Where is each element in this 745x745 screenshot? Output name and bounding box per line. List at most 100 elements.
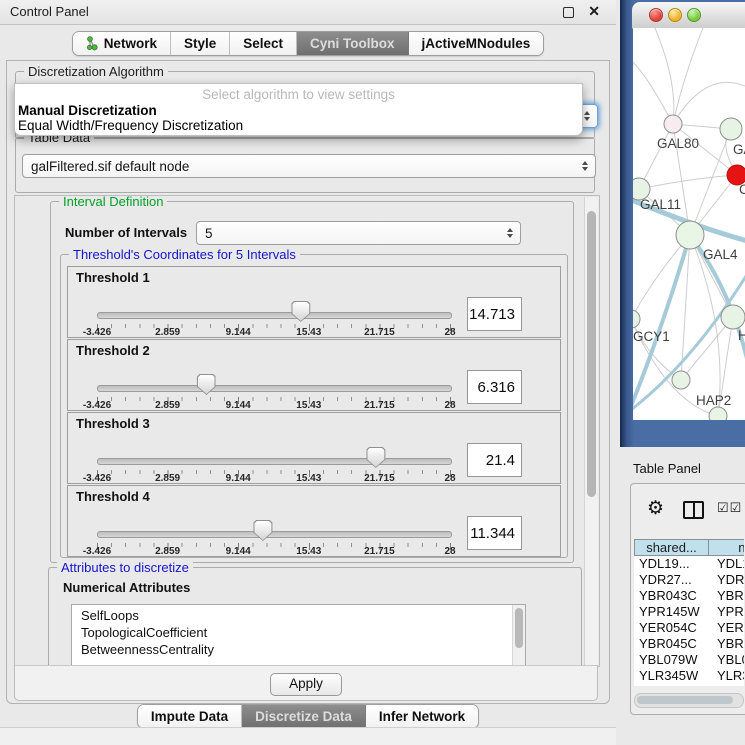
network-node-top-right[interactable] <box>720 118 742 140</box>
table-horizontal-scrollbar[interactable] <box>634 693 744 708</box>
app-root: Control Panel ✕ Network Style Select <box>0 0 745 745</box>
table-cell[interactable]: YBR0 <box>709 636 744 652</box>
tab-label: Impute Data <box>151 705 228 728</box>
minimize-traffic-light-icon[interactable] <box>668 8 682 22</box>
network-edge[interactable] <box>633 235 690 319</box>
close-icon[interactable]: ✕ <box>588 3 600 20</box>
tab-select[interactable]: Select <box>230 32 297 55</box>
table-cell[interactable]: YBR043C <box>634 588 709 604</box>
columns-icon[interactable] <box>683 501 704 519</box>
table-cell[interactable]: YDL1 <box>709 556 744 572</box>
slider-tick-labels: -3.4262.8599.14415.4321.71528 <box>97 400 450 410</box>
tab-style[interactable]: Style <box>171 32 230 55</box>
tick-label: 2.859 <box>155 546 180 557</box>
table-cell[interactable]: YBL0 <box>709 652 744 668</box>
scrollbar-thumb[interactable] <box>637 696 733 704</box>
control-panel-titlebar: Control Panel ✕ <box>0 0 616 25</box>
network-node-GAL4[interactable] <box>676 221 704 249</box>
network-node-GAL80[interactable] <box>664 115 682 133</box>
table-cell[interactable]: YBR0 <box>709 588 744 604</box>
slider-track[interactable] <box>97 531 452 538</box>
tab-label: Infer Network <box>379 705 465 728</box>
settings-vertical-scrollbar[interactable] <box>584 197 598 665</box>
checked-checkboxes-icon[interactable]: ☑☑ <box>717 500 742 516</box>
tab-infer-network[interactable]: Infer Network <box>366 705 478 728</box>
slider-track[interactable] <box>97 312 452 319</box>
threshold-4-value-field[interactable]: 11.344 <box>467 516 522 550</box>
table-row[interactable]: YBL079WYBL0 <box>634 652 744 668</box>
network-edge[interactable] <box>655 28 674 124</box>
numerical-attributes-list[interactable]: SelfLoopsTopologicalCoefficientBetweenne… <box>71 604 526 667</box>
column-header-shared-name[interactable]: shared... <box>634 539 709 556</box>
table-cell[interactable]: YDR27... <box>634 572 709 588</box>
table-cell[interactable]: YPR145W <box>634 604 709 620</box>
scrollbar-thumb[interactable] <box>587 211 596 497</box>
number-of-intervals-combobox[interactable]: 5 <box>196 221 521 245</box>
thresholds-title: Threshold's Coordinates for 5 Intervals <box>69 247 300 262</box>
column-header-name[interactable]: na <box>708 539 744 556</box>
table-row[interactable]: YBR043CYBR0 <box>634 588 744 604</box>
dropdown-option-manual[interactable]: Manual Discretization <box>18 103 157 118</box>
tab-cyni-toolbox[interactable]: Cyni Toolbox <box>297 32 409 55</box>
table-row[interactable]: YLR345WYLR3 <box>634 668 744 684</box>
tab-jactivemnodules[interactable]: jActiveMNodules <box>409 32 544 55</box>
threshold-1-slider[interactable]: -3.4262.8599.14415.4321.71528 <box>97 267 450 337</box>
attribute-item[interactable]: SelfLoops <box>72 607 512 624</box>
tab-network[interactable]: Network <box>73 32 171 55</box>
network-edge[interactable] <box>639 175 737 189</box>
table-cell[interactable]: YER0 <box>709 620 744 636</box>
tab-impute-data[interactable]: Impute Data <box>138 705 242 728</box>
attribute-item[interactable]: BetweennessCentrality <box>72 641 512 658</box>
table-row[interactable]: YER054CYER0 <box>634 620 744 636</box>
network-node-label: C <box>739 182 745 197</box>
table-row[interactable]: YDL19...YDL1 <box>634 556 744 572</box>
table-cell[interactable]: YER054C <box>634 620 709 636</box>
table-panel-title: Table Panel <box>633 461 701 476</box>
threshold-3-value-field[interactable]: 21.4 <box>467 443 522 477</box>
threshold-2-value-field[interactable]: 6.316 <box>467 370 522 404</box>
attribute-item[interactable]: TopologicalCoefficient <box>72 624 512 641</box>
network-node-right-mid[interactable] <box>721 305 745 329</box>
zoom-traffic-light-icon[interactable] <box>687 8 701 22</box>
dropdown-option-equal-width[interactable]: Equal Width/Frequency Discretization <box>18 118 243 133</box>
table-cell[interactable]: YLR345W <box>634 668 709 684</box>
table-row[interactable]: YIL052CYIL0 <box>634 684 744 686</box>
slider-track[interactable] <box>97 385 452 392</box>
table-cell[interactable]: YDL19... <box>634 556 709 572</box>
threshold-4-slider[interactable]: -3.4262.8599.14415.4321.71528 <box>97 486 450 556</box>
float-window-icon[interactable] <box>563 7 574 18</box>
table-row[interactable]: YPR145WYPR1 <box>634 604 744 620</box>
network-edge[interactable] <box>690 235 720 416</box>
network-node-bottom[interactable] <box>709 407 727 420</box>
network-graph[interactable]: GAL80GACGAL11GAL4GCY1HHAP2 <box>633 28 745 420</box>
network-window-titlebar[interactable] <box>632 2 745 29</box>
threshold-1-value-field[interactable]: 14.713 <box>467 297 522 331</box>
network-edge[interactable] <box>633 58 673 124</box>
table-cell[interactable]: YLR3 <box>709 668 744 684</box>
slider-track[interactable] <box>97 458 452 465</box>
tick-label: 2.859 <box>155 327 180 338</box>
tick-label: 9.144 <box>226 400 251 411</box>
network-edge[interactable] <box>673 28 703 124</box>
table-cell[interactable]: YPR1 <box>709 604 744 620</box>
table-row[interactable]: YBR045CYBR0 <box>634 636 744 652</box>
apply-button[interactable]: Apply <box>270 673 342 696</box>
close-traffic-light-icon[interactable] <box>649 8 663 22</box>
gear-icon[interactable]: ⚙ <box>647 497 664 520</box>
network-edge[interactable] <box>673 82 745 124</box>
table-row[interactable]: YDR27...YDR2 <box>634 572 744 588</box>
table-cell[interactable]: YDR2 <box>709 572 744 588</box>
table-cell[interactable]: YBR045C <box>634 636 709 652</box>
threshold-2-slider[interactable]: -3.4262.8599.14415.4321.71528 <box>97 340 450 410</box>
threshold-4-box: Threshold 4 -3.4262.8599.14415.4321.7152… <box>67 485 561 557</box>
table-cell[interactable]: YBL079W <box>634 652 709 668</box>
table-data-combobox[interactable]: galFiltered.sif default node <box>22 154 596 178</box>
threshold-3-slider[interactable]: -3.4262.8599.14415.4321.71528 <box>97 413 450 483</box>
network-canvas[interactable]: GAL80GACGAL11GAL4GCY1HHAP2 <box>633 28 745 420</box>
attributes-scrollbar[interactable] <box>512 605 525 667</box>
table-cell[interactable]: YIL0 <box>709 684 744 686</box>
tab-discretize-data[interactable]: Discretize Data <box>242 705 366 728</box>
network-node-HAP2[interactable] <box>672 371 690 389</box>
network-node-GCY1[interactable] <box>633 310 640 328</box>
table-cell[interactable]: YIL052C <box>634 684 709 686</box>
